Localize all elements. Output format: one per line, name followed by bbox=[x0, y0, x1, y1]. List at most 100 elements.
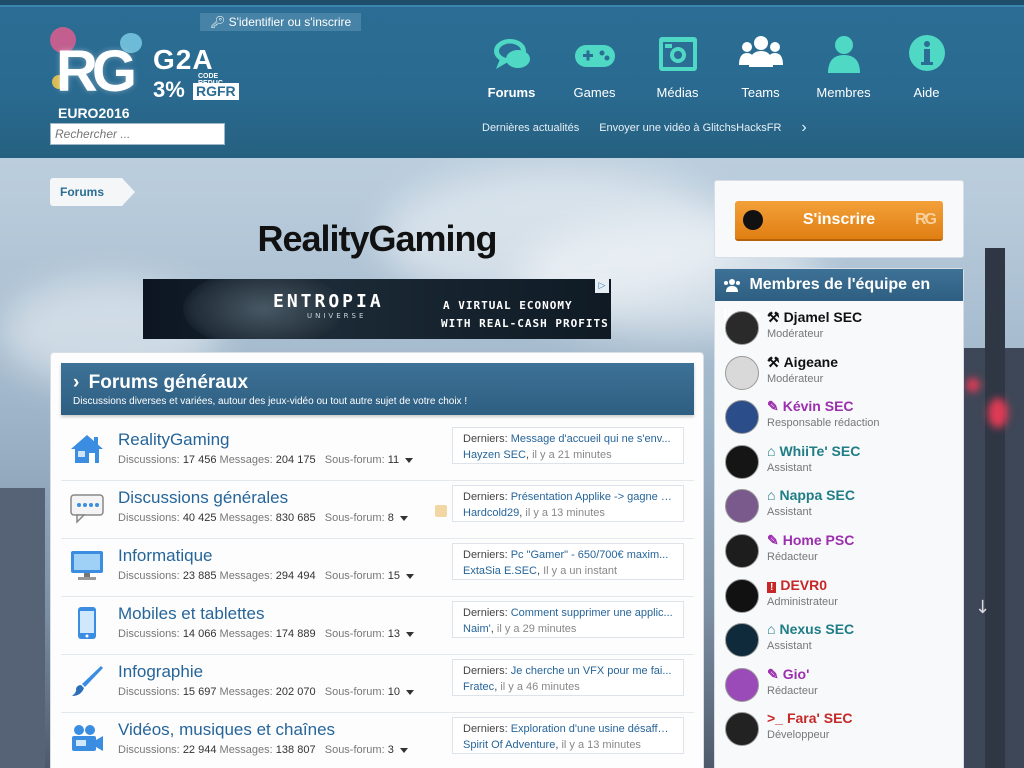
team-member[interactable]: ✎ Home PSC Rédacteur bbox=[725, 532, 955, 576]
member-role: Assistant bbox=[767, 640, 812, 653]
member-name[interactable]: ✎ Kévin SEC bbox=[767, 398, 854, 415]
monitor-icon bbox=[71, 551, 103, 580]
avatar[interactable] bbox=[725, 311, 759, 345]
site-logo[interactable]: RG EURO2016 bbox=[50, 27, 150, 121]
signup-button[interactable]: S'inscrire RG bbox=[735, 201, 943, 239]
nav-medias[interactable]: Médias bbox=[636, 33, 719, 100]
member-name[interactable]: ⚒ Djamel SEC bbox=[767, 309, 862, 326]
last-post-user[interactable]: ExtaSia E.SEC bbox=[463, 565, 537, 577]
subforum-dropdown-icon[interactable] bbox=[405, 573, 414, 579]
forum-title[interactable]: Informatique bbox=[118, 546, 213, 566]
team-member[interactable]: >_ Fara' SEC Développeur bbox=[725, 710, 955, 754]
nav-forums[interactable]: Forums bbox=[470, 33, 553, 100]
forum-title[interactable]: Infographie bbox=[118, 662, 203, 682]
team-member[interactable]: ⚒ Djamel SEC Modérateur bbox=[725, 309, 955, 353]
last-post-user[interactable]: Hardcold29 bbox=[463, 507, 519, 519]
subforum-dropdown-icon[interactable] bbox=[399, 747, 408, 753]
last-post-user[interactable]: Spirit Of Adventure bbox=[463, 739, 555, 751]
last-post-time: Il y a un instant bbox=[543, 565, 618, 577]
avatar[interactable] bbox=[725, 712, 759, 747]
last-post-user[interactable]: Naim' bbox=[463, 623, 491, 635]
forum-title[interactable]: Mobiles et tablettes bbox=[118, 604, 264, 624]
avatar[interactable] bbox=[725, 400, 759, 435]
subforum-dropdown-icon[interactable] bbox=[405, 457, 414, 463]
team-member[interactable]: ⚒ Aigeane Modérateur bbox=[725, 354, 955, 398]
last-post-title[interactable]: Pc "Gamer" - 650/700€ maxim... bbox=[511, 547, 669, 563]
team-member[interactable]: ! DEVR0 Administrateur bbox=[725, 577, 955, 621]
nav-membres[interactable]: Membres bbox=[802, 33, 885, 100]
forum-stats: Discussions: 14 066 Messages: 174 889 So… bbox=[118, 628, 414, 640]
forum-stats: Discussions: 15 697 Messages: 202 070 So… bbox=[118, 686, 414, 698]
avatar[interactable] bbox=[725, 355, 759, 390]
arrow-down-icon[interactable]: ↓ bbox=[975, 597, 990, 618]
category-header[interactable]: › Forums généraux Discussions diverses e… bbox=[61, 363, 694, 415]
subforum-dropdown-icon[interactable] bbox=[399, 515, 408, 521]
member-name[interactable]: ⌂ Nexus SEC bbox=[767, 621, 854, 637]
team-member[interactable]: ✎ Kévin SEC Responsable rédaction bbox=[725, 398, 955, 442]
member-name[interactable]: ⚒ Aigeane bbox=[767, 354, 838, 371]
graduation-cap-icon: ⌂ bbox=[767, 487, 776, 504]
subforum-dropdown-icon[interactable] bbox=[405, 689, 414, 695]
member-name[interactable]: ✎ Home PSC bbox=[767, 532, 854, 549]
subnav-send-video[interactable]: Envoyer une vidéo à GlitchsHacksFR bbox=[599, 122, 781, 137]
nav-aide[interactable]: Aide bbox=[885, 33, 968, 100]
last-post-title[interactable]: Je cherche un VFX pour me fai... bbox=[511, 663, 672, 679]
team-online-box: Membres de l'équipe en ligne ⚒Djamel SEC… bbox=[714, 268, 964, 768]
member-role: Rédacteur bbox=[767, 551, 818, 563]
signup-dot-icon bbox=[743, 210, 763, 230]
last-post-user[interactable]: Fratec bbox=[463, 681, 494, 693]
team-member[interactable]: ✎ Gio' Rédacteur bbox=[725, 666, 955, 710]
gamepad-icon bbox=[574, 45, 615, 67]
last-post-title[interactable]: Message d'accueil qui ne s'env... bbox=[511, 431, 671, 447]
last-post-title[interactable]: Présentation Applike -> gagne f... bbox=[511, 489, 673, 505]
ad-banner[interactable]: ENTROPIA UNIVERSE A VIRTUAL ECONOMY WITH… bbox=[143, 279, 611, 339]
last-post: Derniers: Pc "Gamer" - 650/700€ maxim...… bbox=[452, 543, 684, 580]
nav-label: Médias bbox=[656, 85, 699, 100]
avatar[interactable] bbox=[725, 534, 759, 568]
forum-title[interactable]: Discussions générales bbox=[118, 488, 288, 508]
member-name[interactable]: ! DEVR0 bbox=[767, 577, 827, 593]
team-member[interactable]: ⌂ WhiiTe' SEC Assistant bbox=[725, 443, 955, 487]
member-name[interactable]: ✎ Gio' bbox=[767, 666, 809, 683]
logo-text: RG bbox=[56, 39, 137, 104]
last-post-title[interactable]: Comment supprimer une applic... bbox=[511, 605, 673, 621]
avatar[interactable] bbox=[725, 578, 759, 613]
g2a-promo-banner[interactable]: G2A 3% CODE REDUC. RGFR bbox=[153, 46, 243, 105]
breadcrumb[interactable]: Forums bbox=[50, 178, 135, 206]
signup-logo: RG bbox=[915, 211, 937, 228]
last-post: Derniers: Message d'accueil qui ne s'env… bbox=[452, 427, 684, 464]
team-member[interactable]: ⌂ Nexus SEC Assistant bbox=[725, 621, 955, 665]
member-role: Rédacteur bbox=[767, 684, 818, 697]
subnav-latest-news[interactable]: Dernières actualités bbox=[482, 122, 579, 137]
forum-row: Informatique Discussions: 23 885 Message… bbox=[61, 539, 694, 597]
last-post-time: il y a 13 minutes bbox=[561, 739, 641, 751]
nav-games[interactable]: Games bbox=[553, 33, 636, 100]
last-post-user[interactable]: Hayzen SEC bbox=[463, 449, 526, 461]
last-post-title[interactable]: Exploration d'une usine désaffe... bbox=[511, 721, 673, 737]
last-post: Derniers: Comment supprimer une applic..… bbox=[452, 601, 684, 638]
category-description: Discussions diverses et variées, autour … bbox=[73, 396, 468, 407]
forum-title[interactable]: Vidéos, musiques et chaînes bbox=[118, 720, 335, 740]
member-name[interactable]: ⌂ Nappa SEC bbox=[767, 487, 855, 503]
avatar[interactable] bbox=[725, 623, 759, 658]
banner-tagline-1: A VIRTUAL ECONOMY bbox=[443, 299, 573, 312]
team-member[interactable]: ⌂ Nappa SEC Assistant bbox=[725, 487, 955, 531]
member-name[interactable]: ⌂ WhiiTe' SEC bbox=[767, 443, 860, 459]
nav-teams[interactable]: Teams bbox=[719, 33, 802, 100]
forum-title[interactable]: RealityGaming bbox=[118, 430, 230, 450]
member-role: Assistant bbox=[767, 506, 812, 519]
login-tab[interactable]: 🔑︎ S'identifier ou s'inscrire bbox=[200, 13, 362, 31]
avatar[interactable] bbox=[725, 667, 759, 702]
avatar[interactable] bbox=[725, 489, 759, 524]
last-post-time: il y a 46 minutes bbox=[500, 681, 580, 693]
forum-row: Discussions générales Discussions: 40 42… bbox=[61, 481, 694, 539]
subforum-dropdown-icon[interactable] bbox=[405, 631, 414, 637]
forum-row: Infographie Discussions: 15 697 Messages… bbox=[61, 655, 694, 713]
adchoices-icon[interactable]: ▷ bbox=[595, 279, 609, 293]
search-input[interactable] bbox=[50, 123, 225, 145]
page-title: RealityGaming bbox=[257, 218, 497, 259]
chevron-right-icon[interactable]: › bbox=[801, 119, 806, 137]
member-name[interactable]: >_ Fara' SEC bbox=[767, 710, 853, 726]
avatar[interactable] bbox=[725, 444, 759, 479]
rss-icon[interactable] bbox=[435, 505, 447, 517]
